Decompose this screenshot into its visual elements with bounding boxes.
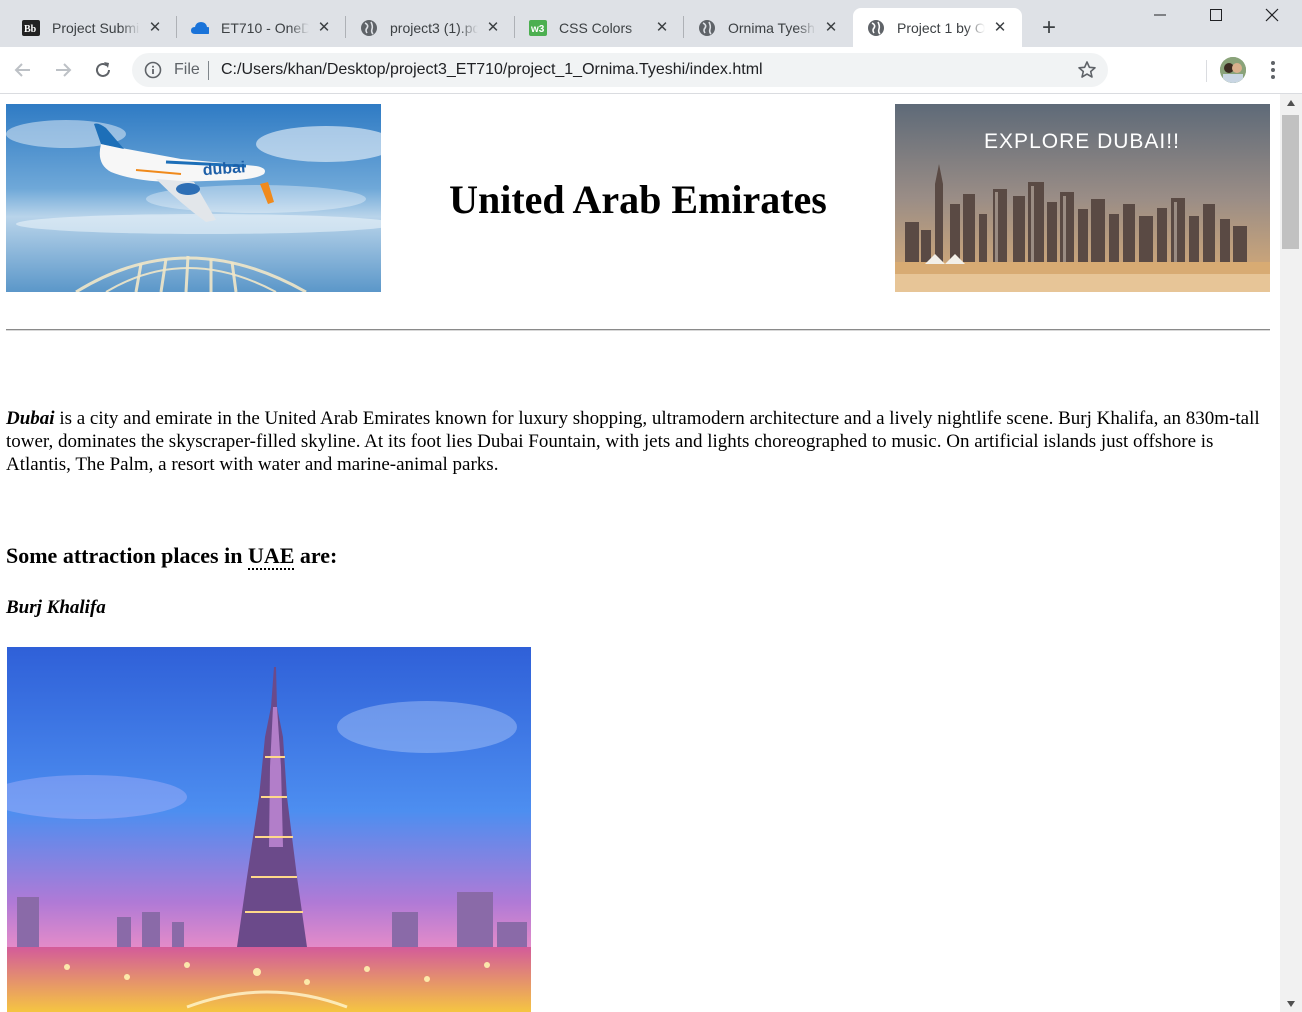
- plus-icon: +: [1041, 14, 1056, 41]
- horizontal-rule: [6, 329, 1270, 331]
- burj-khalifa-heading: Burj Khalifa: [6, 597, 106, 618]
- scroll-up-button[interactable]: [1280, 94, 1302, 111]
- tab-ornima-tyeshi[interactable]: Ornima Tyeshi ✕: [684, 8, 853, 47]
- new-tab-button[interactable]: +: [1035, 14, 1063, 42]
- tab-project1-active[interactable]: Project 1 by Ornima ✕: [853, 8, 1022, 47]
- w3schools-icon: w3: [529, 19, 547, 37]
- minimize-icon: [1154, 14, 1166, 16]
- tab-title: ET710 - OneDrive: [221, 19, 309, 36]
- intro-lead-word: Dubai: [6, 408, 55, 429]
- triangle-down-icon: [1287, 1000, 1295, 1007]
- scrollbar-thumb[interactable]: [1282, 115, 1299, 249]
- vertical-scrollbar[interactable]: [1280, 94, 1302, 1012]
- toolbar-divider: [1206, 60, 1207, 82]
- maximize-icon: [1210, 9, 1222, 21]
- bookmark-star-icon[interactable]: [1076, 59, 1098, 81]
- scroll-down-button[interactable]: [1280, 995, 1302, 1012]
- url-text[interactable]: C:/Users/khan/Desktop/project3_ET710/pro…: [221, 61, 763, 79]
- close-icon[interactable]: ✕: [485, 19, 501, 36]
- minimize-button[interactable]: [1132, 0, 1188, 30]
- arrow-right-icon: [56, 63, 72, 77]
- intro-text: is a city and emirate in the United Arab…: [6, 408, 1260, 475]
- url-scheme-label: File: [174, 61, 200, 78]
- close-icon[interactable]: ✕: [147, 19, 163, 36]
- reload-button[interactable]: [89, 56, 117, 84]
- menu-button[interactable]: [1262, 57, 1284, 83]
- close-window-button[interactable]: [1244, 0, 1300, 30]
- uae-abbreviation[interactable]: UAE: [247, 543, 295, 570]
- triangle-up-icon: [1287, 99, 1295, 106]
- dubai-logo-text: dubai: [202, 159, 246, 179]
- tab-onedrive[interactable]: ET710 - OneDrive ✕: [177, 8, 346, 47]
- blackboard-icon: Bb: [22, 19, 40, 37]
- globe-icon: [698, 19, 716, 37]
- globe-icon: [867, 19, 885, 37]
- tab-strip: Bb Project Submission ✕ ET710 - OneDrive…: [0, 0, 1302, 47]
- explore-dubai-banner-image: EXPLORE DUBAI!!: [895, 104, 1270, 292]
- tab-title: project3 (1).pdf: [390, 19, 478, 36]
- info-icon[interactable]: [144, 61, 162, 79]
- arrow-left-icon: [14, 63, 30, 77]
- tab-css-colors[interactable]: w3 CSS Colors ✕: [515, 8, 684, 47]
- dot-icon: [1271, 75, 1275, 79]
- tab-title: Project 1 by Ornima: [897, 19, 985, 36]
- close-icon[interactable]: ✕: [992, 19, 1008, 36]
- dot-icon: [1271, 68, 1275, 72]
- close-icon[interactable]: ✕: [654, 19, 670, 36]
- web-page: dubai United Arab Emirates EXPLORE DUBAI…: [0, 94, 1280, 1012]
- attractions-heading-prefix: Some attraction places in: [6, 543, 248, 568]
- airplane-banner-image: dubai: [6, 104, 381, 292]
- maximize-button[interactable]: [1188, 0, 1244, 30]
- close-icon: [1265, 8, 1279, 22]
- intro-paragraph: Dubai is a city and emirate in the Unite…: [6, 407, 1270, 476]
- svg-text:Bb: Bb: [24, 24, 37, 35]
- address-bar[interactable]: File C:/Users/khan/Desktop/project3_ET71…: [132, 53, 1108, 87]
- page-title: United Arab Emirates: [449, 177, 827, 222]
- onedrive-icon: [191, 19, 209, 37]
- globe-icon: [360, 19, 378, 37]
- close-icon[interactable]: ✕: [316, 19, 332, 36]
- browser-toolbar: File C:/Users/khan/Desktop/project3_ET71…: [0, 47, 1302, 94]
- tab-title: Ornima Tyeshi: [728, 19, 816, 36]
- back-button[interactable]: [9, 56, 37, 84]
- burj-khalifa-image: [7, 647, 531, 1012]
- attractions-heading-suffix: are:: [294, 543, 338, 568]
- attractions-heading: Some attraction places in UAE are:: [6, 543, 338, 570]
- forward-button[interactable]: [49, 56, 77, 84]
- dot-icon: [1271, 61, 1275, 65]
- tab-title: CSS Colors: [559, 19, 633, 36]
- tab-project-submission[interactable]: Bb Project Submission ✕: [8, 8, 177, 47]
- svg-text:w3: w3: [530, 24, 545, 35]
- tab-title: Project Submission: [52, 19, 140, 36]
- tab-project3-pdf[interactable]: project3 (1).pdf ✕: [346, 8, 515, 47]
- address-divider: [208, 61, 209, 80]
- reload-icon: [96, 62, 110, 77]
- explore-dubai-caption: EXPLORE DUBAI!!: [984, 130, 1180, 153]
- close-icon[interactable]: ✕: [823, 19, 839, 36]
- profile-avatar[interactable]: [1220, 57, 1246, 83]
